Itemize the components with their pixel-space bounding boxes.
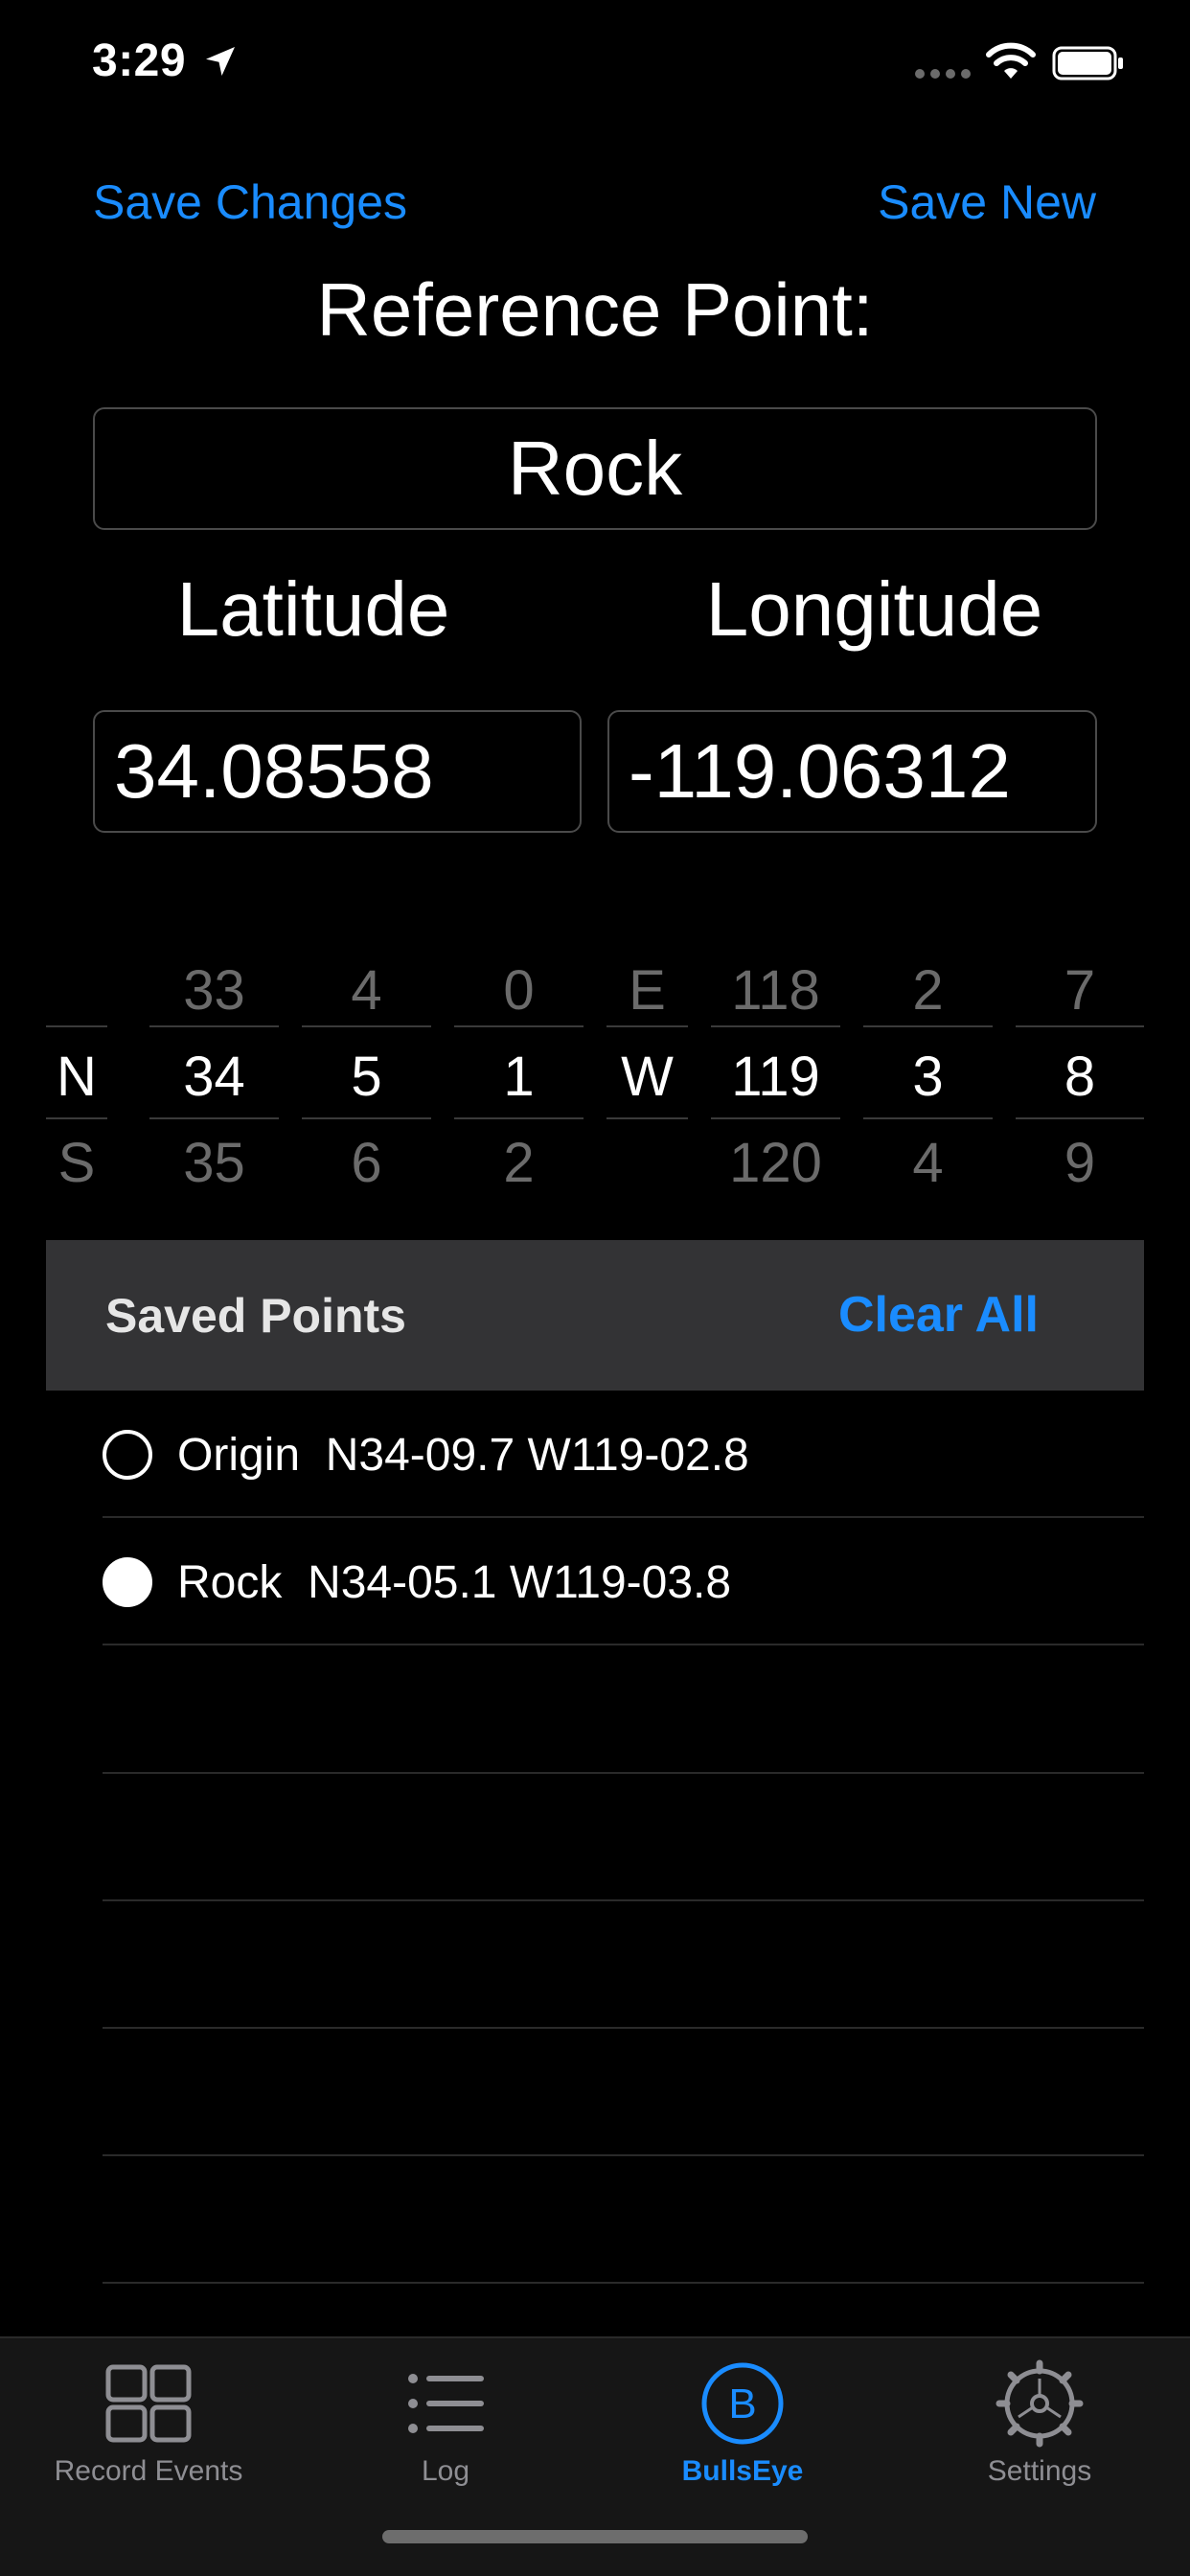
picker-column-lat-hemisphere[interactable]: N S xyxy=(46,949,107,1198)
tab-label: BullsEye xyxy=(681,2455,804,2487)
saved-points-header: Saved Points Clear All xyxy=(46,1240,1144,1391)
saved-points-title: Saved Points xyxy=(105,1289,406,1343)
battery-icon xyxy=(1052,46,1123,80)
picker-value: 7 xyxy=(1064,959,1096,1022)
picker-column-lon-hemisphere[interactable]: E W xyxy=(606,949,688,1198)
picker-value: 0 xyxy=(503,959,535,1022)
svg-text:B: B xyxy=(728,2380,756,2427)
tab-label: Settings xyxy=(987,2455,1092,2487)
home-indicator[interactable] xyxy=(382,2530,808,2543)
longitude-label: Longitude xyxy=(705,566,1043,652)
list-divider xyxy=(103,1899,1144,1901)
picker-value: 4 xyxy=(351,959,382,1022)
longitude-field[interactable]: -119.06312 xyxy=(607,710,1097,833)
cellular-signal-icon xyxy=(915,69,971,79)
picker-selected-value: N xyxy=(57,1046,97,1108)
list-divider xyxy=(103,1772,1144,1774)
wifi-icon xyxy=(986,42,1036,79)
tab-record-events[interactable]: Record Events xyxy=(0,2338,297,2530)
location-arrow-icon xyxy=(206,47,235,76)
picker-column-lon-degrees[interactable]: 118 119 120 xyxy=(711,949,840,1198)
tab-label: Record Events xyxy=(54,2455,243,2487)
picker-column-lat-decimal[interactable]: 0 1 2 xyxy=(454,949,584,1198)
picker-selected-value: 3 xyxy=(912,1046,944,1108)
picker-selected-value: 119 xyxy=(731,1046,820,1108)
bullseye-b-icon: B xyxy=(701,2362,784,2445)
list-divider xyxy=(103,2282,1144,2284)
picker-value: 120 xyxy=(729,1132,822,1194)
picker-selected-value: 1 xyxy=(503,1046,535,1108)
list-divider xyxy=(103,2154,1144,2156)
save-new-button[interactable]: Save New xyxy=(878,174,1096,230)
picker-value: 33 xyxy=(183,959,245,1022)
saved-point-row[interactable]: Origin N34-09.7 W119-02.8 xyxy=(103,1391,1144,1518)
picker-value: 2 xyxy=(912,959,944,1022)
picker-value: S xyxy=(57,1132,96,1194)
picker-selected-value: W xyxy=(621,1046,674,1108)
picker-column-lat-degrees[interactable]: 33 34 35 xyxy=(149,949,279,1198)
saved-point-label: Rock N34-05.1 W119-03.8 xyxy=(177,1557,732,1608)
clear-all-button[interactable]: Clear All xyxy=(838,1286,1039,1344)
saved-point-label: Origin N34-09.7 W119-02.8 xyxy=(177,1430,749,1481)
radio-selected-icon[interactable] xyxy=(103,1557,152,1607)
latitude-field[interactable]: 34.08558 xyxy=(93,710,582,833)
picker-value: 4 xyxy=(912,1132,944,1194)
reference-name-field[interactable]: Rock xyxy=(93,407,1097,530)
picker-selected-value: 5 xyxy=(351,1046,382,1108)
bullseye-screen: 3:29 Save Changes Save New Reference Poi… xyxy=(0,0,1190,2576)
gear-icon xyxy=(995,2359,1084,2448)
status-time: 3:29 xyxy=(92,35,187,86)
picker-column-lon-minutes[interactable]: 2 3 4 xyxy=(863,949,993,1198)
tab-bullseye[interactable]: B BullsEye xyxy=(594,2338,891,2530)
list-icon xyxy=(408,2374,484,2433)
picker-value: 9 xyxy=(1064,1132,1096,1194)
latitude-label: Latitude xyxy=(176,566,450,652)
picker-value: 2 xyxy=(503,1132,535,1194)
save-changes-button[interactable]: Save Changes xyxy=(93,174,407,230)
tab-settings[interactable]: Settings xyxy=(891,2338,1188,2530)
coordinate-picker[interactable]: N S 33 34 35 4 5 6 0 1 2 E W 118 119 120… xyxy=(46,949,1144,1198)
reference-point-title: Reference Point: xyxy=(316,267,874,352)
saved-point-row[interactable]: Rock N34-05.1 W119-03.8 xyxy=(103,1518,1144,1645)
radio-unselected-icon[interactable] xyxy=(103,1430,152,1480)
picker-value: 35 xyxy=(183,1132,245,1194)
picker-value: 6 xyxy=(351,1132,382,1194)
picker-selected-value: 8 xyxy=(1064,1046,1096,1108)
list-divider xyxy=(103,2027,1144,2029)
picker-column-lon-decimal[interactable]: 7 8 9 xyxy=(1016,949,1144,1198)
picker-value: 118 xyxy=(731,959,820,1022)
picker-selected-value: 34 xyxy=(183,1046,245,1108)
grid-icon xyxy=(105,2364,192,2443)
picker-column-lat-minutes[interactable]: 4 5 6 xyxy=(302,949,431,1198)
tab-label: Log xyxy=(421,2455,470,2487)
picker-value: E xyxy=(629,959,666,1022)
tab-log[interactable]: Log xyxy=(297,2338,594,2530)
